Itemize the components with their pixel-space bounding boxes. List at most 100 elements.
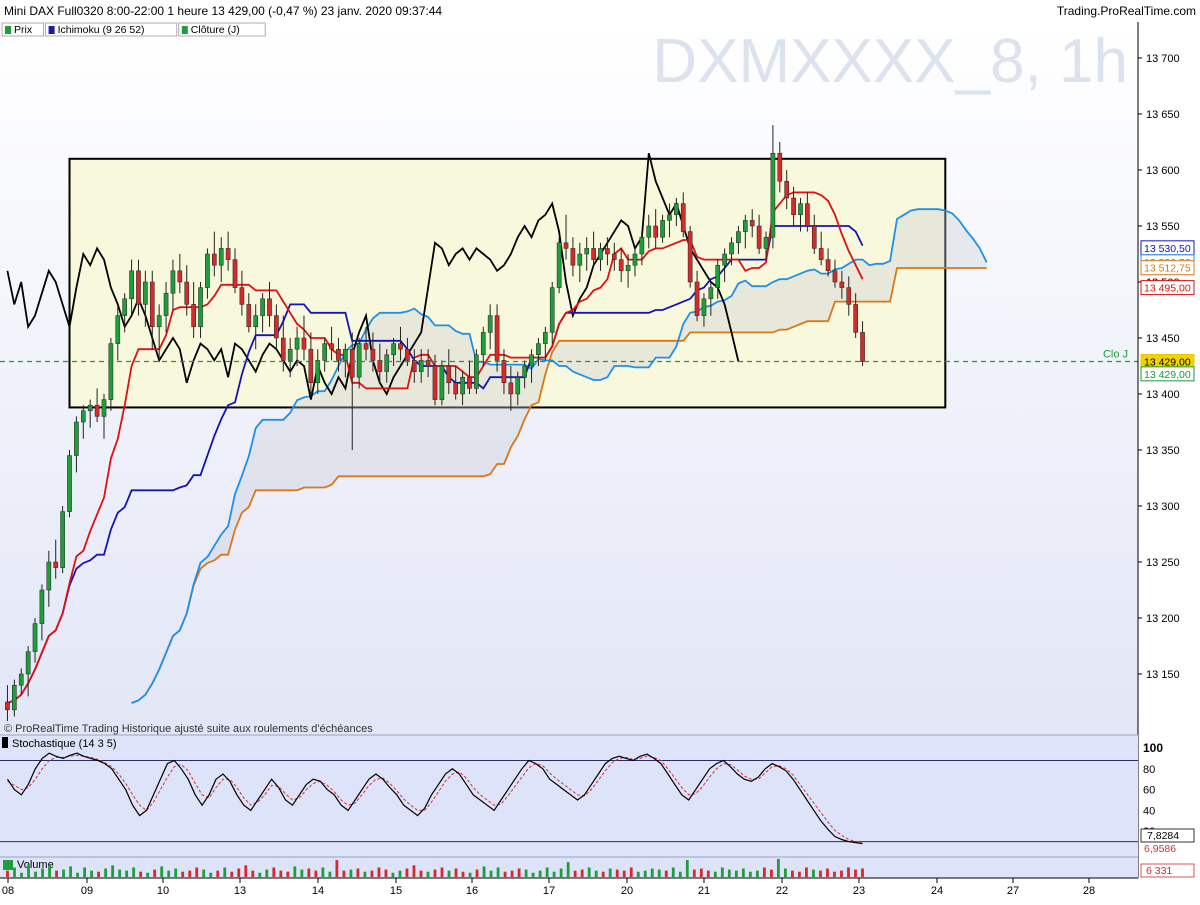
candle-body xyxy=(743,220,748,232)
candle-body xyxy=(370,348,376,361)
volume-bar xyxy=(847,867,850,877)
legend-label: Prix xyxy=(14,24,33,36)
volume-bar xyxy=(678,871,682,877)
volume-bar xyxy=(55,870,58,877)
instrument-info: Mini DAX Full0320 8:00-22:00 1 heure 13 … xyxy=(4,4,442,18)
candle-body xyxy=(170,270,176,294)
volume-bar xyxy=(384,869,388,877)
candle-body xyxy=(74,421,79,456)
candle-body xyxy=(336,348,341,361)
volume-bar xyxy=(854,869,857,877)
candle-body xyxy=(563,242,569,249)
candle-body xyxy=(356,343,362,378)
candle-body xyxy=(460,376,465,395)
price-panel[interactable]: DXMXXXX_8, 1h Prix Ichimoku (9 26 52) Clôt… xyxy=(0,22,1138,735)
y-tick-label: 13 300 xyxy=(1146,501,1180,513)
candle-body xyxy=(225,248,231,260)
volume-bar xyxy=(174,868,178,877)
candle-body xyxy=(556,242,562,288)
price-candle-icon xyxy=(5,26,11,34)
volume-panel[interactable]: Volume xyxy=(0,856,1138,878)
legend-label: Clôture (J) xyxy=(191,24,240,36)
volume-bar xyxy=(335,860,339,877)
volume-bar xyxy=(34,871,37,877)
value-label: 13 429,00 xyxy=(1144,369,1191,381)
provider-label[interactable]: Trading.ProRealTime.com xyxy=(1057,4,1196,18)
volume-bar xyxy=(27,864,30,877)
candle-body xyxy=(811,225,817,249)
volume-bar xyxy=(293,866,297,877)
candle-body xyxy=(729,242,734,255)
volume-bar xyxy=(111,865,115,877)
volume-bar xyxy=(307,868,311,877)
candle-body xyxy=(80,410,86,423)
volume-bar xyxy=(41,868,44,877)
candle-body xyxy=(825,259,831,272)
volume-bar xyxy=(826,868,829,877)
candle-body xyxy=(25,651,31,675)
candle-body xyxy=(708,287,714,300)
candle-body xyxy=(439,365,445,400)
candle-body xyxy=(625,264,631,272)
x-tick-label: 27 xyxy=(1007,885,1019,897)
x-tick-label: 10 xyxy=(157,885,169,897)
volume-bar xyxy=(489,870,493,877)
volume-bar xyxy=(125,870,129,877)
volume-bar xyxy=(461,871,465,877)
volume-bar xyxy=(503,871,507,877)
candle-body xyxy=(832,270,838,283)
y-tick-label: 13 400 xyxy=(1146,389,1180,401)
value-label: 13 530,50 xyxy=(1144,243,1191,255)
volume-bar xyxy=(272,867,276,877)
volume-bar xyxy=(755,870,759,877)
volume-bar xyxy=(146,872,150,877)
volume-bar xyxy=(706,870,710,877)
volume-bar xyxy=(195,867,199,877)
volume-bar xyxy=(615,869,619,877)
volume-bar xyxy=(798,871,801,877)
volume-bar xyxy=(608,868,612,877)
volume-bar xyxy=(286,871,290,877)
volume-bar xyxy=(552,871,556,877)
volume-bar xyxy=(314,870,318,877)
candle-body xyxy=(749,220,755,227)
candle-body xyxy=(667,214,672,221)
volume-bar xyxy=(784,868,787,877)
candle-body xyxy=(570,248,576,266)
stochastic-tick-label: 80 xyxy=(1143,764,1155,776)
candle-body xyxy=(722,253,727,266)
volume-bar xyxy=(258,872,262,877)
volume-bar xyxy=(69,866,72,877)
volume-bar xyxy=(510,870,514,877)
candle-body xyxy=(287,348,293,361)
time-axis[interactable]: 08 09 10 13 14 15 16 17 20 21 22 23 24 27 28 xyxy=(0,877,1200,900)
candle-body xyxy=(5,701,10,711)
volume-bar xyxy=(419,870,423,877)
candle-body xyxy=(680,203,686,232)
volume-bar xyxy=(664,870,668,877)
candle-body xyxy=(191,304,196,328)
volume-bar xyxy=(720,867,724,877)
x-tick-label: 23 xyxy=(853,885,865,897)
candle-body xyxy=(205,253,210,288)
volume-bar xyxy=(405,868,409,877)
candle-body xyxy=(763,236,769,249)
volume-bar xyxy=(601,871,605,877)
x-tick-label: 09 xyxy=(81,885,93,897)
volume-bar xyxy=(762,867,766,877)
stochastic-icon xyxy=(2,737,8,748)
candle-body xyxy=(280,337,286,361)
stochastic-panel[interactable]: Stochastique (14 3 5) xyxy=(0,734,1138,857)
volume-bar xyxy=(202,869,206,877)
candle-body xyxy=(639,236,645,255)
volume-bar xyxy=(468,872,472,877)
volume-bar xyxy=(20,872,23,877)
candle-body xyxy=(177,270,183,283)
candle-body xyxy=(453,382,459,395)
volume-bar xyxy=(160,866,164,877)
candle-body xyxy=(715,264,721,288)
candle-body xyxy=(501,360,507,384)
volume-bar xyxy=(356,868,360,877)
volume-bar xyxy=(833,871,836,877)
candle-body xyxy=(143,281,148,305)
